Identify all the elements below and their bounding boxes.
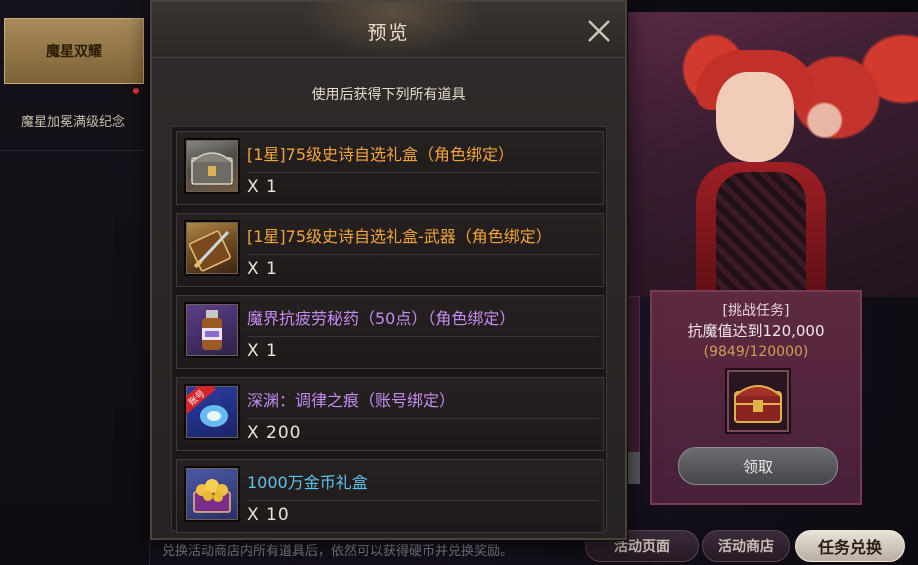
item-name: [1星]75级史诗自选礼盒-武器（角色绑定） (247, 227, 552, 246)
notification-dot (133, 88, 139, 94)
item-name: 1000万金币礼盒 (247, 473, 368, 492)
item-quantity: X 200 (247, 423, 302, 443)
divider (247, 172, 599, 173)
list-item: 1000万金币礼盒 X 10 (176, 459, 604, 533)
treasure-chest-icon (734, 385, 782, 423)
sidebar-item-label: 魔星加冕满级纪念 (20, 114, 125, 130)
divider (247, 336, 599, 337)
task-description: 抗魔值达到120,000 (687, 322, 825, 340)
task-progress: (9849/120000) (703, 344, 809, 360)
character-vest (716, 172, 806, 292)
sidebar-item-label: 魔星双耀 (46, 44, 102, 60)
gold-chest-icon (184, 466, 240, 522)
task-title: [挑战任务] (722, 303, 790, 319)
bottom-note: 兑换活动商店内所有道具后，依然可以获得硬币并兑换奖励。 (162, 544, 514, 559)
item-quantity: X 10 (247, 505, 290, 525)
task-reward-slot[interactable] (725, 368, 791, 434)
sidebar-item-moxing-shuangyao[interactable]: 魔星双耀 (4, 18, 144, 84)
close-button[interactable] (584, 16, 614, 46)
close-icon (588, 20, 610, 42)
claim-button[interactable]: 领取 (678, 447, 838, 485)
list-item: [1星]75级史诗自选礼盒-武器（角色绑定） X 1 (176, 213, 604, 287)
divider (247, 418, 599, 419)
modal-title: 预览 (367, 22, 410, 44)
character-face (716, 72, 794, 162)
weapon-chest-icon (184, 220, 240, 276)
list-item: 魔界抗疲劳秘药（50点）（角色绑定） X 1 (176, 295, 604, 369)
modal-header: 预览 (152, 2, 625, 58)
modal-subtitle: 使用后获得下列所有道具 (311, 87, 466, 103)
item-quantity: X 1 (247, 177, 278, 197)
tab-activity-shop[interactable]: 活动商店 (702, 530, 790, 562)
divider (247, 254, 599, 255)
item-name: [1星]75级史诗自选礼盒（角色绑定） (247, 145, 515, 164)
item-quantity: X 1 (247, 341, 278, 361)
event-banner (626, 12, 918, 297)
item-list: [1星]75级史诗自选礼盒（角色绑定） X 1 [1星]75级史诗自选礼盒-武器… (171, 126, 607, 533)
item-name: 魔界抗疲劳秘药（50点）（角色绑定） (247, 309, 516, 328)
item-quantity: X 1 (247, 259, 278, 279)
challenge-task-card: [挑战任务] 抗魔值达到120,000 (9849/120000) 领取 (650, 290, 862, 505)
divider (0, 150, 146, 151)
tab-task-exchange[interactable]: 任务兑换 (795, 530, 905, 562)
sidebar: 魔星双耀 魔星加冕满级纪念 (0, 0, 150, 565)
potion-bottle-icon (184, 302, 240, 358)
divider (247, 500, 599, 501)
preview-modal: 预览 使用后获得下列所有道具 [1星]75级史诗自选礼盒（角色绑定） X 1 [… (150, 0, 627, 540)
list-item: [1星]75级史诗自选礼盒（角色绑定） X 1 (176, 131, 604, 205)
silver-chest-icon (184, 138, 240, 194)
list-item: 账号 深渊：调律之痕（账号绑定） X 200 (176, 377, 604, 451)
sidebar-item-moxing-jiamian[interactable]: 魔星加冕满级纪念 (0, 102, 146, 138)
blue-crystal-icon: 账号 (184, 384, 240, 440)
item-name: 深渊：调律之痕（账号绑定） (247, 391, 456, 410)
